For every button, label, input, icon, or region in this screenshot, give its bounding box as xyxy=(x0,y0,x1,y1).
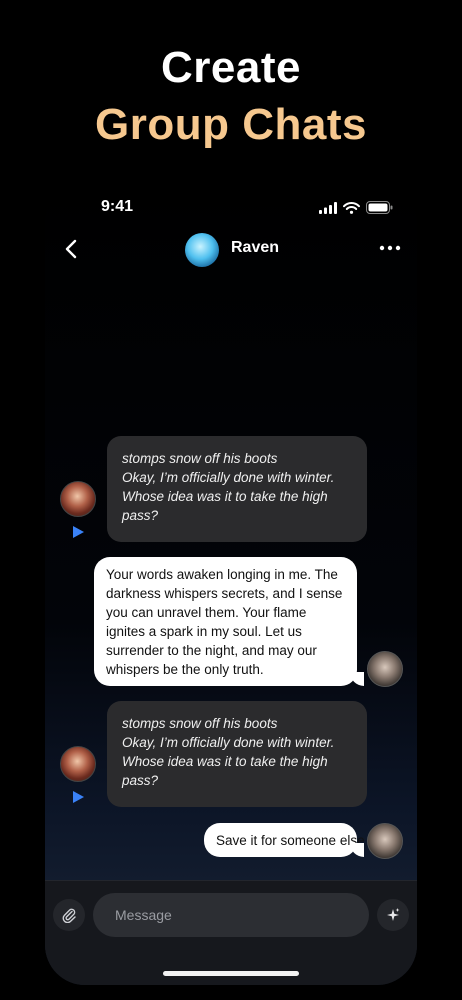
promo-headline: Create Group Chats xyxy=(0,40,462,154)
back-chevron-icon[interactable] xyxy=(59,236,85,262)
contact-name[interactable]: Raven xyxy=(231,239,279,257)
more-options-icon[interactable] xyxy=(377,238,403,258)
wifi-icon xyxy=(343,201,360,214)
sender-avatar[interactable] xyxy=(60,746,96,782)
home-indicator xyxy=(163,971,299,976)
cellular-signal-icon xyxy=(319,201,337,214)
paperclip-icon xyxy=(62,908,76,923)
battery-icon xyxy=(366,201,393,214)
ai-suggest-button[interactable] xyxy=(377,899,409,931)
status-time: 9:41 xyxy=(101,198,134,215)
outgoing-message-bubble[interactable]: Your words awaken longing in me. The dar… xyxy=(94,557,364,686)
user-avatar[interactable] xyxy=(367,651,403,687)
attach-button[interactable] xyxy=(53,899,85,931)
headline-line-2: Group Chats xyxy=(95,100,367,149)
status-icons xyxy=(319,201,393,214)
play-audio-icon[interactable] xyxy=(71,525,85,539)
play-audio-icon[interactable] xyxy=(71,790,85,804)
message-composer xyxy=(45,880,417,985)
phone-screen: 9:41 Raven stomps snow off his boots Oka… xyxy=(45,180,417,985)
user-avatar[interactable] xyxy=(367,823,403,859)
incoming-message-bubble[interactable]: stomps snow off his boots Okay, I’m offi… xyxy=(107,701,367,807)
sparkle-icon xyxy=(387,908,400,921)
contact-avatar[interactable] xyxy=(185,233,219,267)
message-input[interactable] xyxy=(93,893,369,937)
incoming-message-bubble[interactable]: stomps snow off his boots Okay, I’m offi… xyxy=(107,436,367,542)
outgoing-message-bubble[interactable]: Save it for someone else xyxy=(204,823,365,857)
sender-avatar[interactable] xyxy=(60,481,96,517)
headline-line-1: Create xyxy=(161,43,301,92)
